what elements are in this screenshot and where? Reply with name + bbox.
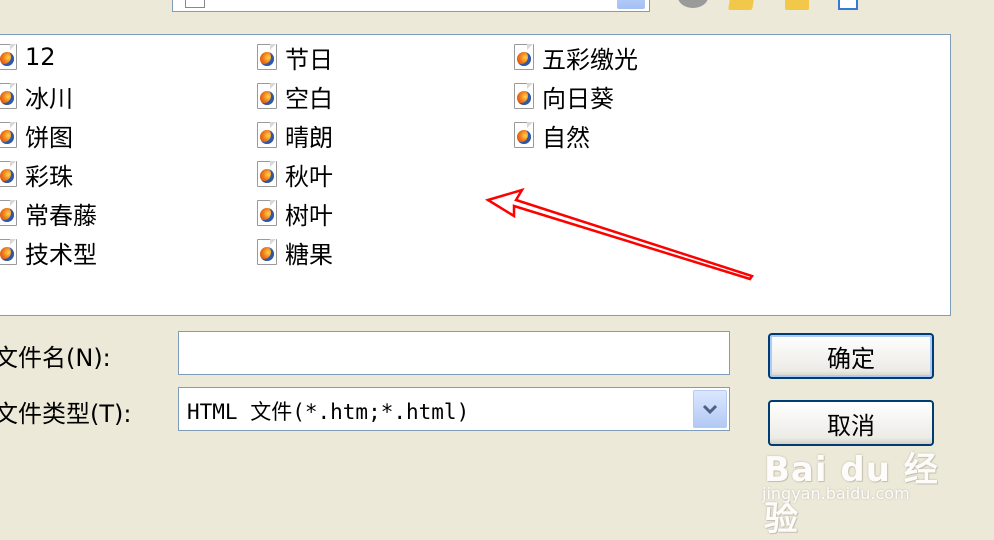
new-folder-icon[interactable] [785, 0, 809, 10]
file-item[interactable]: 空白 [257, 81, 333, 113]
file-item[interactable]: 冰川 [0, 81, 73, 113]
look-in-combo[interactable] [172, 0, 650, 12]
html-file-icon [257, 83, 277, 109]
html-file-icon [0, 44, 17, 70]
file-name: 彩珠 [25, 162, 73, 191]
html-file-icon [257, 161, 277, 187]
file-item[interactable]: 向日葵 [514, 81, 614, 113]
file-item[interactable]: 彩珠 [0, 159, 73, 191]
file-item[interactable]: 节日 [257, 42, 333, 74]
file-name: 冰川 [25, 84, 73, 113]
html-file-icon [0, 239, 17, 265]
html-file-icon [257, 200, 277, 226]
html-file-icon [0, 200, 17, 226]
ok-button[interactable]: 确定 [768, 333, 934, 379]
file-item[interactable]: 常春藤 [0, 198, 97, 230]
html-file-icon [257, 239, 277, 265]
file-item[interactable]: 自然 [514, 120, 590, 152]
html-file-icon [0, 161, 17, 187]
file-item[interactable]: 糖果 [257, 237, 333, 269]
html-file-icon [514, 44, 534, 70]
back-icon[interactable] [678, 0, 708, 8]
filetype-label: 文件类型(T): [0, 400, 132, 428]
html-file-icon [0, 122, 17, 148]
file-name: 树叶 [285, 201, 333, 230]
file-item[interactable]: 12 [0, 42, 56, 72]
file-item[interactable]: 树叶 [257, 198, 333, 230]
file-item[interactable]: 饼图 [0, 120, 73, 152]
file-name: 技术型 [25, 240, 97, 269]
filetype-select[interactable]: HTML 文件(*.htm;*.html) [178, 387, 730, 431]
html-file-icon [0, 83, 17, 109]
look-in-dropdown-button[interactable] [617, 0, 645, 9]
html-file-icon [257, 44, 277, 70]
baidu-watermark: Bai du 经验 jingyan.baidu.com [758, 440, 958, 539]
file-item[interactable]: 技术型 [0, 237, 97, 269]
file-name: 向日葵 [542, 84, 614, 113]
file-name: 自然 [542, 123, 590, 152]
html-file-icon [257, 122, 277, 148]
filetype-value: HTML 文件(*.htm;*.html) [187, 400, 470, 424]
watermark-url: jingyan.baidu.com [762, 484, 910, 503]
file-name: 常春藤 [25, 201, 97, 230]
file-name: 空白 [285, 84, 333, 113]
toolbar [0, 0, 994, 14]
filename-label: 文件名(N): [0, 344, 111, 372]
file-name: 糖果 [285, 240, 333, 269]
file-name: 秋叶 [285, 162, 333, 191]
file-item[interactable]: 晴朗 [257, 120, 333, 152]
file-name: 12 [25, 43, 56, 71]
html-file-icon [514, 122, 534, 148]
file-name: 饼图 [25, 123, 73, 152]
file-item[interactable]: 秋叶 [257, 159, 333, 191]
chevron-down-icon [702, 404, 718, 415]
up-folder-icon[interactable] [728, 0, 756, 10]
html-file-icon [514, 83, 534, 109]
filename-input[interactable] [178, 331, 730, 375]
file-name: 节日 [285, 45, 333, 74]
view-menu-icon[interactable] [838, 0, 858, 10]
file-list[interactable]: 12 冰川 饼图 彩珠 常春藤 技术型 节日 空白 晴朗 秋叶 树叶 糖果 五彩… [0, 34, 951, 316]
file-name: 五彩缴光 [542, 45, 638, 74]
folder-icon [185, 0, 205, 8]
file-item[interactable]: 五彩缴光 [514, 42, 638, 74]
filetype-dropdown-button[interactable] [693, 390, 727, 428]
file-name: 晴朗 [285, 123, 333, 152]
